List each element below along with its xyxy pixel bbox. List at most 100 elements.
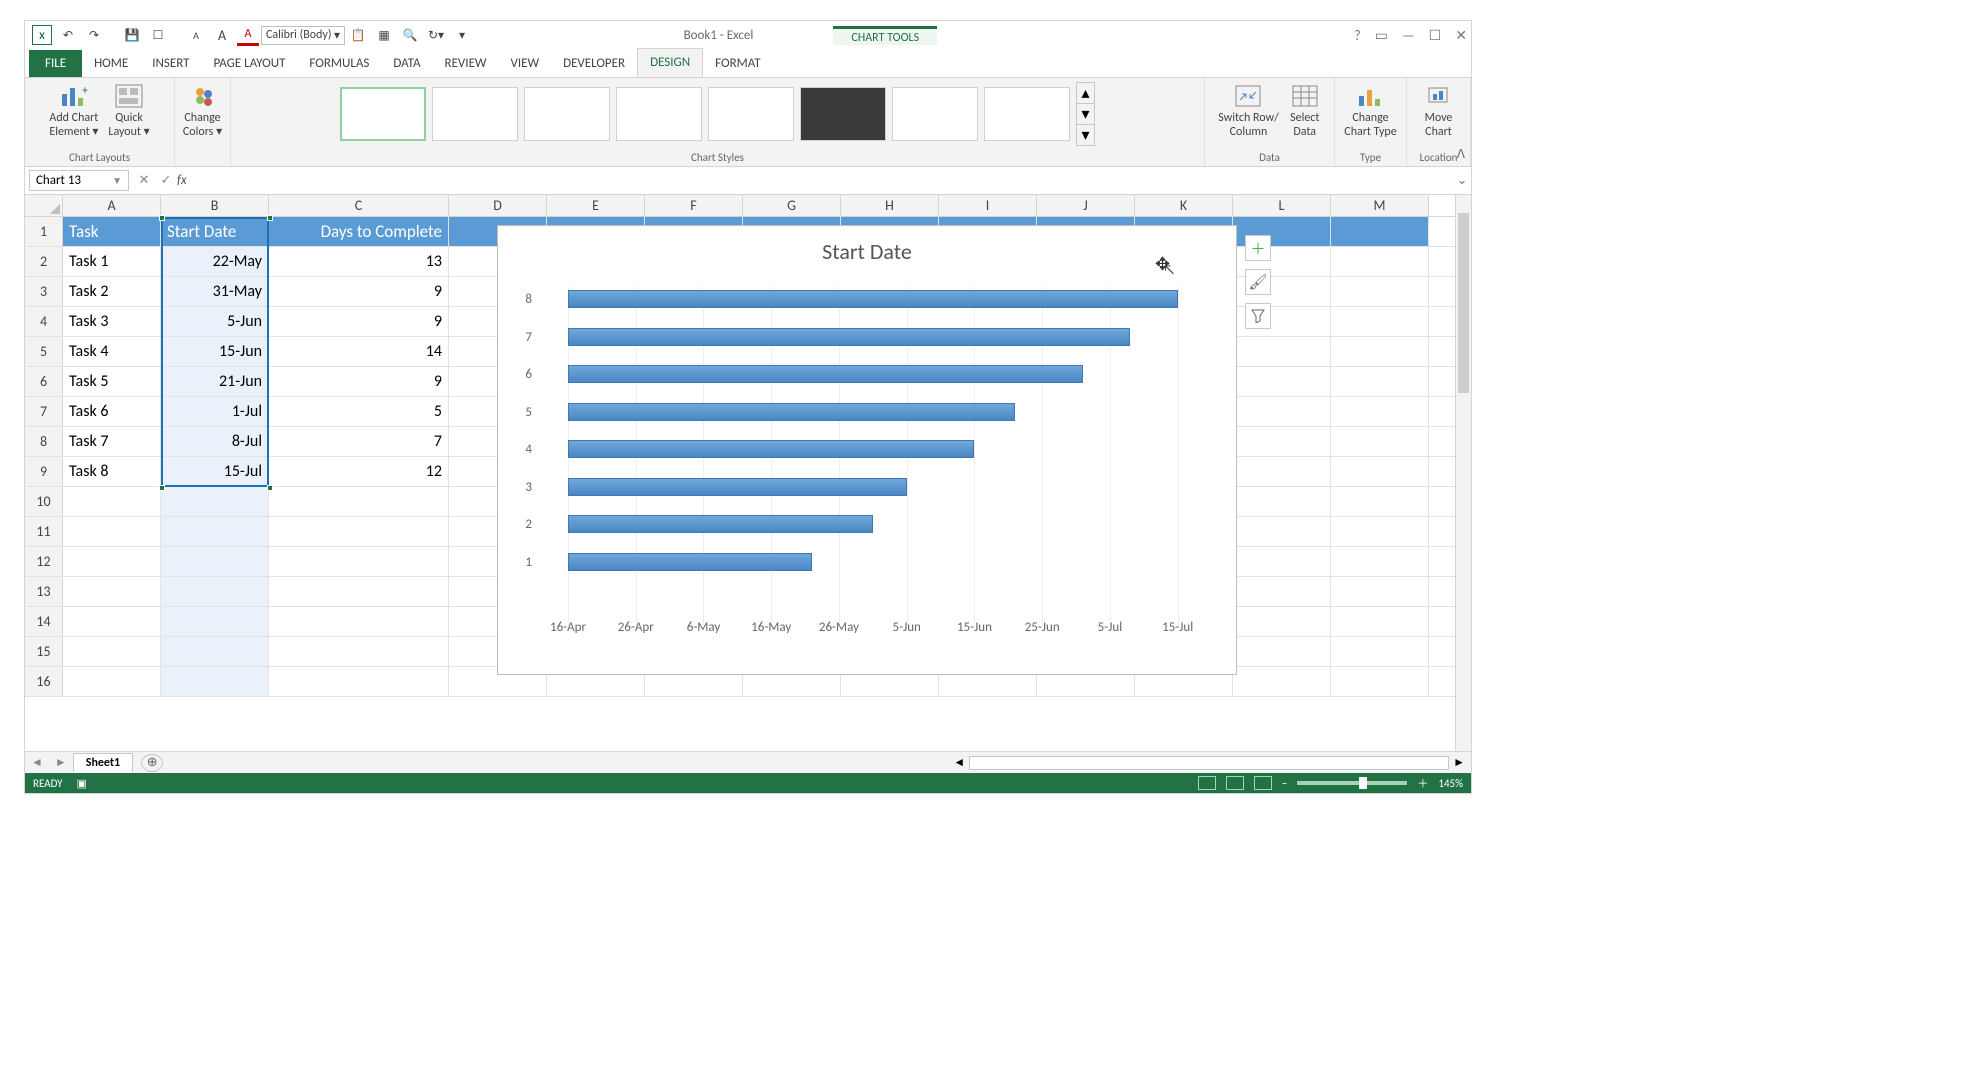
row-header[interactable]: 6 xyxy=(25,367,63,396)
zoom-level[interactable]: 145% xyxy=(1438,777,1463,790)
redo-icon[interactable]: ↷ xyxy=(83,24,105,46)
cell[interactable] xyxy=(63,607,161,636)
cell[interactable]: Task 7 xyxy=(63,427,161,456)
chart-bar[interactable] xyxy=(568,553,812,571)
tab-page-layout[interactable]: PAGE LAYOUT xyxy=(202,50,298,77)
chart-style-8[interactable] xyxy=(984,87,1070,141)
change-chart-type-button[interactable]: Change Chart Type xyxy=(1344,82,1396,140)
expand-formula-bar-icon[interactable]: ⌄ xyxy=(1453,173,1471,188)
gallery-up-icon[interactable]: ▴ xyxy=(1077,83,1093,104)
cell[interactable] xyxy=(1233,637,1331,666)
cell[interactable] xyxy=(1233,667,1331,696)
chart-bar[interactable] xyxy=(568,440,974,458)
cell[interactable] xyxy=(1331,667,1429,696)
chart-bar[interactable] xyxy=(568,290,1178,308)
cell[interactable] xyxy=(269,667,449,696)
cell[interactable]: 15-Jun xyxy=(161,337,269,366)
cell[interactable]: 1-Jul xyxy=(161,397,269,426)
sheet-nav-next-icon[interactable]: ► xyxy=(49,755,73,770)
cell[interactable] xyxy=(1233,397,1331,426)
row-header[interactable]: 15 xyxy=(25,637,63,666)
cell[interactable] xyxy=(1331,397,1429,426)
chart-elements-button[interactable]: ＋ xyxy=(1245,235,1271,261)
col-header-I[interactable]: I xyxy=(939,195,1037,216)
qat-customize-icon[interactable]: ▾ xyxy=(451,24,473,46)
row-header[interactable]: 10 xyxy=(25,487,63,516)
collapse-ribbon-icon[interactable]: ᐱ xyxy=(1457,147,1465,162)
cell[interactable] xyxy=(161,547,269,576)
qat-refresh-icon[interactable]: ↻▾ xyxy=(425,24,447,46)
tab-design[interactable]: DESIGN xyxy=(637,48,703,77)
cell[interactable]: 9 xyxy=(269,277,449,306)
cell[interactable]: 5 xyxy=(269,397,449,426)
vertical-scrollbar[interactable] xyxy=(1455,195,1471,751)
cell[interactable] xyxy=(63,667,161,696)
chart-filters-button[interactable] xyxy=(1245,303,1271,329)
touch-mode-icon[interactable]: ☐ xyxy=(147,24,169,46)
col-header-D[interactable]: D xyxy=(449,195,547,216)
cell[interactable]: 22-May xyxy=(161,247,269,276)
cell[interactable] xyxy=(1331,367,1429,396)
col-header-F[interactable]: F xyxy=(645,195,743,216)
cell[interactable]: 9 xyxy=(269,367,449,396)
cell[interactable]: Task 1 xyxy=(63,247,161,276)
cell[interactable]: Task 3 xyxy=(63,307,161,336)
cell[interactable]: 31-May xyxy=(161,277,269,306)
name-box[interactable]: Chart 13▼ xyxy=(29,170,129,191)
confirm-edit-icon[interactable]: ✓ xyxy=(155,173,177,188)
chart-style-3[interactable] xyxy=(524,87,610,141)
cell[interactable] xyxy=(161,607,269,636)
tab-view[interactable]: VIEW xyxy=(499,50,552,77)
cell[interactable]: 15-Jul xyxy=(161,457,269,486)
cell[interactable]: Task 4 xyxy=(63,337,161,366)
chart-bar[interactable] xyxy=(568,515,873,533)
chart-style-6[interactable] xyxy=(800,87,886,141)
cell[interactable] xyxy=(1331,607,1429,636)
row-header[interactable]: 9 xyxy=(25,457,63,486)
chart-style-7[interactable] xyxy=(892,87,978,141)
page-break-view-icon[interactable] xyxy=(1254,776,1272,790)
cell[interactable] xyxy=(269,607,449,636)
zoom-out-icon[interactable]: − xyxy=(1282,777,1287,790)
cell[interactable] xyxy=(63,577,161,606)
fx-icon[interactable]: fx xyxy=(177,173,187,188)
undo-icon[interactable]: ↶ xyxy=(57,24,79,46)
embedded-chart[interactable]: Start Date 16-Apr26-Apr6-May16-May26-May… xyxy=(497,225,1237,675)
cell[interactable] xyxy=(1233,367,1331,396)
tab-home[interactable]: HOME xyxy=(82,50,140,77)
row-header[interactable]: 8 xyxy=(25,427,63,456)
col-header-M[interactable]: M xyxy=(1331,195,1429,216)
move-chart-button[interactable]: Move Chart xyxy=(1423,82,1455,140)
cell[interactable] xyxy=(63,487,161,516)
select-data-button[interactable]: Select Data xyxy=(1289,82,1321,140)
cell[interactable] xyxy=(1331,547,1429,576)
chart-style-5[interactable] xyxy=(708,87,794,141)
save-icon[interactable]: 💾 xyxy=(121,24,143,46)
chart-styles-button[interactable]: 🖌 xyxy=(1245,269,1271,295)
cell[interactable] xyxy=(1331,217,1429,246)
chart-bar[interactable] xyxy=(568,403,1015,421)
chart-bar[interactable] xyxy=(568,328,1130,346)
cell[interactable] xyxy=(63,517,161,546)
cell[interactable] xyxy=(1233,577,1331,606)
page-layout-view-icon[interactable] xyxy=(1226,776,1244,790)
cell[interactable] xyxy=(1233,457,1331,486)
qat-misc-2-icon[interactable]: ▦ xyxy=(373,24,395,46)
close-icon[interactable]: ✕ xyxy=(1455,27,1467,44)
cell[interactable] xyxy=(1233,517,1331,546)
col-header-L[interactable]: L xyxy=(1233,195,1331,216)
cell[interactable] xyxy=(161,487,269,516)
cell[interactable]: 7 xyxy=(269,427,449,456)
change-colors-button[interactable]: Change Colors ▾ xyxy=(183,82,222,140)
cell[interactable]: Task 8 xyxy=(63,457,161,486)
col-header-H[interactable]: H xyxy=(841,195,939,216)
chart-style-4[interactable] xyxy=(616,87,702,141)
zoom-in-icon[interactable]: ＋ xyxy=(1417,775,1428,791)
cell[interactable] xyxy=(269,637,449,666)
chart-bar[interactable] xyxy=(568,478,907,496)
cell[interactable] xyxy=(1331,517,1429,546)
add-chart-element-button[interactable]: + Add Chart Element ▾ xyxy=(49,82,98,140)
cell[interactable] xyxy=(1331,457,1429,486)
macro-record-icon[interactable]: ▣ xyxy=(77,777,87,790)
cancel-edit-icon[interactable]: ✕ xyxy=(133,173,155,188)
